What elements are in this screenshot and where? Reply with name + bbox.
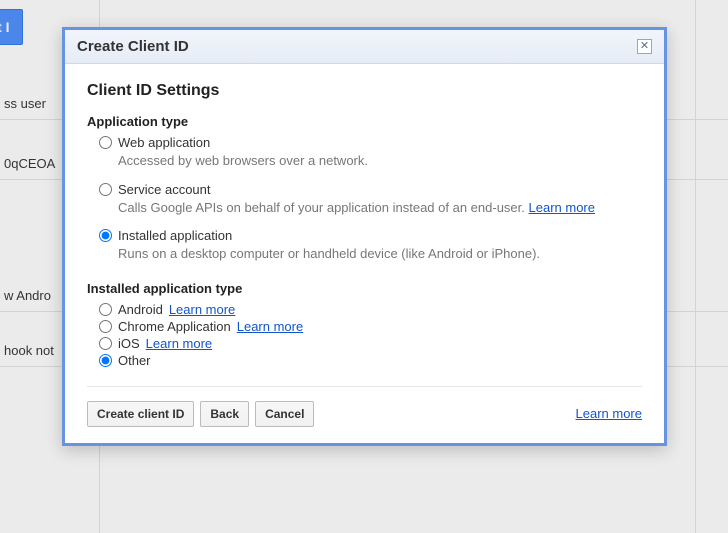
back-button[interactable]: Back bbox=[200, 401, 249, 427]
chrome-application-learn-more-link[interactable]: Learn more bbox=[237, 319, 303, 334]
radio-ios-input[interactable] bbox=[99, 337, 112, 350]
modal-body: Client ID Settings Application type Web … bbox=[65, 64, 664, 443]
radio-ios-label: iOS bbox=[118, 336, 140, 351]
modal-title: Create Client ID bbox=[77, 38, 189, 55]
radio-chrome-application-input[interactable] bbox=[99, 320, 112, 333]
radio-chrome-application-line[interactable]: Chrome Application Learn more bbox=[99, 319, 642, 334]
close-icon[interactable]: ✕ bbox=[637, 39, 652, 54]
application-type-heading: Application type bbox=[87, 114, 642, 129]
android-learn-more-link[interactable]: Learn more bbox=[169, 302, 235, 317]
installed-application-type-heading: Installed application type bbox=[87, 281, 642, 296]
footer-button-row: Create client ID Back Cancel bbox=[87, 401, 314, 427]
radio-installed-application-label: Installed application bbox=[118, 228, 232, 243]
radio-installed-application-input[interactable] bbox=[99, 229, 112, 242]
radio-service-account-desc-text: Calls Google APIs on behalf of your appl… bbox=[118, 200, 525, 215]
modal-header: Create Client ID ✕ bbox=[65, 30, 664, 64]
radio-service-account-line[interactable]: Service account bbox=[99, 182, 642, 197]
radio-ios-line[interactable]: iOS Learn more bbox=[99, 336, 642, 351]
cancel-button[interactable]: Cancel bbox=[255, 401, 314, 427]
radio-chrome-application: Chrome Application Learn more bbox=[99, 319, 642, 334]
radio-other-input[interactable] bbox=[99, 354, 112, 367]
radio-other-line[interactable]: Other bbox=[99, 353, 642, 368]
radio-web-application-desc: Accessed by web browsers over a network. bbox=[118, 152, 642, 170]
radio-service-account: Service account Calls Google APIs on beh… bbox=[99, 182, 642, 217]
radio-service-account-desc: Calls Google APIs on behalf of your appl… bbox=[118, 199, 642, 217]
radio-android-line[interactable]: Android Learn more bbox=[99, 302, 642, 317]
radio-web-application-line[interactable]: Web application bbox=[99, 135, 642, 150]
radio-other: Other bbox=[99, 353, 642, 368]
radio-android: Android Learn more bbox=[99, 302, 642, 317]
radio-web-application-input[interactable] bbox=[99, 136, 112, 149]
service-account-learn-more-link[interactable]: Learn more bbox=[529, 200, 595, 215]
radio-installed-application-line[interactable]: Installed application bbox=[99, 228, 642, 243]
radio-other-label: Other bbox=[118, 353, 151, 368]
section-title: Client ID Settings bbox=[87, 82, 642, 100]
application-type-group: Web application Accessed by web browsers… bbox=[87, 135, 642, 263]
radio-android-input[interactable] bbox=[99, 303, 112, 316]
ios-learn-more-link[interactable]: Learn more bbox=[146, 336, 212, 351]
radio-service-account-input[interactable] bbox=[99, 183, 112, 196]
radio-web-application-label: Web application bbox=[118, 135, 210, 150]
footer-learn-more-link[interactable]: Learn more bbox=[576, 406, 642, 421]
radio-chrome-application-label: Chrome Application bbox=[118, 319, 231, 334]
footer-divider bbox=[87, 386, 642, 387]
radio-android-label: Android bbox=[118, 302, 163, 317]
create-client-id-modal: Create Client ID ✕ Client ID Settings Ap… bbox=[62, 27, 667, 446]
installed-application-type-group: Android Learn more Chrome Application Le… bbox=[87, 302, 642, 368]
create-client-id-button[interactable]: Create client ID bbox=[87, 401, 194, 427]
radio-web-application: Web application Accessed by web browsers… bbox=[99, 135, 642, 170]
radio-service-account-label: Service account bbox=[118, 182, 211, 197]
modal-footer: Create client ID Back Cancel Learn more bbox=[87, 401, 642, 427]
radio-installed-application-desc: Runs on a desktop computer or handheld d… bbox=[118, 245, 642, 263]
radio-ios: iOS Learn more bbox=[99, 336, 642, 351]
radio-installed-application: Installed application Runs on a desktop … bbox=[99, 228, 642, 263]
